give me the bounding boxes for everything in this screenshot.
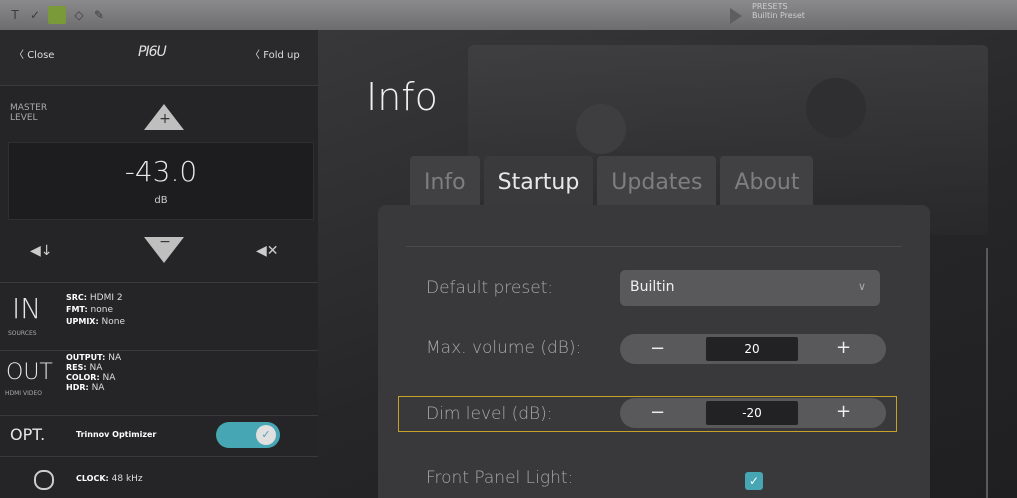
default-preset-value: Builtin [630,279,675,295]
divider [406,246,902,247]
top-toolbar: T ✓ ◇ ✎ PRESETS Builtin Preset [0,0,1017,30]
front-panel-light-checkbox[interactable]: ✓ [745,472,763,490]
divider [0,350,318,351]
upmix-key: UPMIX: [66,317,99,326]
res-key: RES: [66,363,87,372]
divider [0,415,318,416]
presets-indicator[interactable]: PRESETS Builtin Preset [730,2,805,24]
check-icon[interactable]: ✓ [28,8,42,22]
hdr-value: NA [91,383,105,393]
max-volume-stepper: − 20 + [620,334,886,364]
dim-speaker-icon[interactable]: ◀︎↓ [30,243,53,259]
tab-updates[interactable]: Updates [597,156,717,210]
dim-level-stepper: − -20 + [620,398,886,428]
fold-up-button[interactable]: 〈 Fold up [250,46,300,61]
clock-info: CLOCK: 48 kHz [76,474,143,484]
output-sublabel: HDMI VIDEO [5,390,42,397]
main-content: Info Info Startup Updates About Default … [318,30,1017,498]
device-knob-left [576,104,626,154]
upmix-value: None [101,317,126,327]
max-volume-minus-button[interactable]: − [650,338,665,359]
dim-level-field[interactable]: -20 [706,401,798,425]
master-level-display: -43.0 dB [8,142,314,220]
input-info[interactable]: SRC: HDMI 2 FMT: none UPMIX: None [66,292,125,328]
fmt-key: FMT: [66,305,88,314]
chevron-down-icon: ∨ [857,280,866,293]
scrollbar[interactable] [986,248,988,498]
sidebar-header: 〈 Close PI6U 〈 Fold up [0,30,318,86]
divider [0,282,318,283]
close-button[interactable]: 〈 Close [14,46,54,61]
clock-key: CLOCK: [76,474,109,483]
shape-icon[interactable]: ◇ [72,8,86,22]
res-value: NA [89,363,103,373]
input-sublabel: SOURCES [8,330,37,337]
dim-level-minus-button[interactable]: − [650,402,665,423]
dim-level-plus-button[interactable]: + [836,401,851,422]
src-value: HDMI 2 [89,293,123,303]
close-label: Close [27,50,55,61]
master-level-value: -43.0 [124,155,198,188]
output-value: NA [108,353,122,363]
output-info[interactable]: OUTPUT: NA RES: NA COLOR: NA HDR: NA [66,353,121,393]
pen-icon[interactable]: ✎ [92,8,106,22]
logo: PI6U [138,44,167,60]
comment-icon[interactable] [48,6,66,24]
divider [0,456,318,457]
dim-level-label: Dim level (dB): [426,404,553,424]
input-label: IN [12,292,42,325]
default-preset-select[interactable]: Builtin ∨ [620,270,880,306]
minus-icon: − [159,234,171,250]
mute-speaker-icon[interactable]: ◀︎✕ [256,243,279,259]
color-key: COLOR: [66,373,100,382]
optimizer-name: Trinnov Optimizer [76,430,157,439]
fmt-value: none [90,305,113,315]
fold-up-label: Fold up [263,50,300,61]
plus-icon: + [159,111,171,127]
tab-info[interactable]: Info [410,156,480,210]
clock-sync-icon [34,470,54,490]
text-icon[interactable]: T [8,8,22,22]
hdr-key: HDR: [66,383,89,392]
control-sidebar: 〈 Close PI6U 〈 Fold up MASTER LEVEL + -4… [0,30,318,498]
toolbar-icons: T ✓ ◇ ✎ [8,6,106,24]
src-key: SRC: [66,293,87,302]
max-volume-field[interactable]: 20 [706,337,798,361]
front-panel-light-label: Front Panel Light: [426,468,574,488]
check-icon: ✓ [256,425,276,445]
clock-value: 48 kHz [111,474,143,484]
tab-about[interactable]: About [720,156,814,210]
max-volume-plus-button[interactable]: + [836,337,851,358]
presets-value: Builtin Preset [752,11,805,20]
optimizer-toggle[interactable]: ✓ [216,422,280,448]
optimizer-label: OPT. [10,425,46,444]
master-level-unit: dB [154,195,168,206]
max-volume-label: Max. volume (dB): [426,338,582,358]
device-knob-right [806,78,866,138]
master-level-label: MASTER LEVEL [10,103,48,123]
tab-bar: Info Startup Updates About [410,156,817,210]
presets-arrow-icon [730,8,742,24]
tab-startup[interactable]: Startup [483,156,594,210]
default-preset-label: Default preset: [426,278,554,298]
output-label: OUT [6,360,53,385]
presets-label: PRESETS [752,2,788,11]
output-key: OUTPUT: [66,353,106,362]
color-value: NA [102,373,116,383]
page-title: Info [366,75,438,119]
